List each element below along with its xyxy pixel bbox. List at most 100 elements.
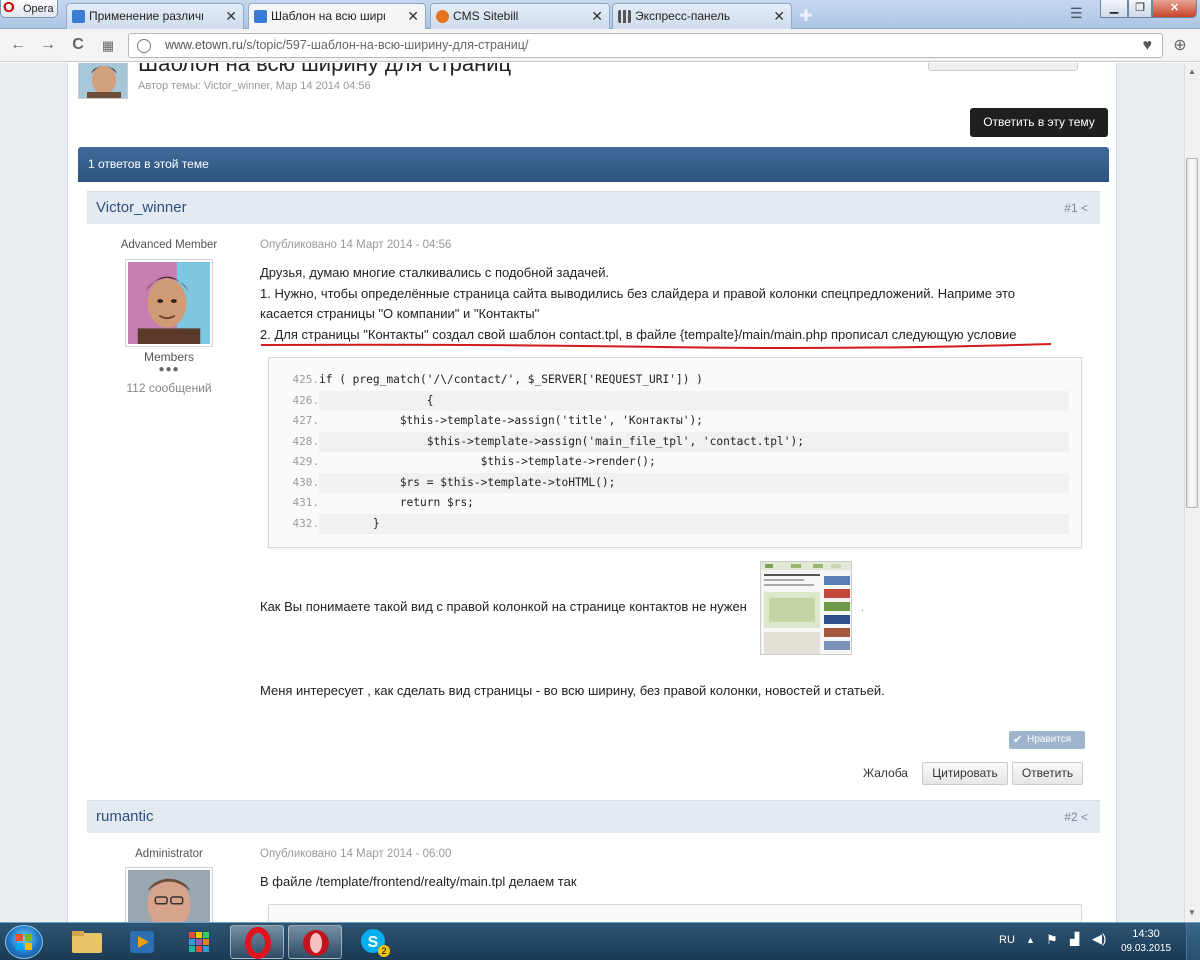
explorer-taskbar-button[interactable] xyxy=(60,925,114,959)
post-number[interactable]: #1 < xyxy=(1064,201,1088,215)
code-line: $this->template->assign('main_file_tpl',… xyxy=(319,431,1069,452)
clock-time[interactable]: 14:30 xyxy=(1126,928,1166,940)
new-tab-plus-icon[interactable]: ✚ xyxy=(797,6,815,26)
opera-logo-icon: O xyxy=(3,0,15,16)
line-number: 429. xyxy=(292,455,320,468)
apps-taskbar-button[interactable] xyxy=(172,925,226,959)
show-desktop-button[interactable] xyxy=(1186,923,1200,960)
clock-date[interactable]: 09.03.2015 xyxy=(1118,943,1174,954)
media-player-icon xyxy=(130,931,154,953)
author-avatar[interactable] xyxy=(125,259,213,347)
site-favicon-icon xyxy=(72,10,85,23)
avatar-photo xyxy=(128,262,210,344)
author-group: Members xyxy=(143,350,194,364)
media-player-taskbar-button[interactable] xyxy=(116,925,170,959)
tab-close-icon[interactable]: ✕ xyxy=(591,4,603,28)
tab-close-icon[interactable]: ✕ xyxy=(773,4,785,28)
volume-speaker-icon[interactable]: ◀) xyxy=(1092,931,1106,947)
post-2: rumantic #2 < Administrator Опубликовано… xyxy=(87,800,1100,922)
language-indicator[interactable]: RU xyxy=(999,934,1015,946)
replies-count-bar: 1 ответов в этой теме xyxy=(78,147,1109,182)
line-number: 432. xyxy=(292,516,320,530)
grid-icon xyxy=(618,10,631,23)
share-icon[interactable]: < xyxy=(1081,810,1088,824)
skype-badge: 2 xyxy=(378,945,390,957)
sitebill-favicon-icon xyxy=(436,10,449,23)
colorful-grid-icon xyxy=(189,932,209,952)
post-number[interactable]: #2 < xyxy=(1064,810,1088,824)
scroll-down-arrow-icon[interactable]: ▼ xyxy=(1188,908,1196,917)
reply-button[interactable]: Ответить xyxy=(1012,762,1083,785)
code-line: $this->template->assign('title', 'Контак… xyxy=(319,414,703,427)
quote-button[interactable]: Цитировать xyxy=(922,762,1008,785)
post-number-label: #2 xyxy=(1064,810,1078,824)
post-header: rumantic #2 < xyxy=(87,800,1100,833)
close-window-button[interactable]: ✕ xyxy=(1152,0,1197,18)
windows-logo-icon xyxy=(16,934,32,950)
forward-arrow-icon[interactable]: → xyxy=(38,36,58,54)
opera-menu-button[interactable]: O Opera xyxy=(0,0,58,18)
post-author-link[interactable]: Victor_winner xyxy=(96,199,187,216)
bookmark-heart-icon[interactable]: ♥ xyxy=(1143,34,1153,57)
code-line: $rs = $this->template->toHTML(); xyxy=(319,472,1069,493)
line-number: 425. xyxy=(292,373,320,386)
post-text-line: 1. Нужно, чтобы определённые страница са… xyxy=(260,285,1016,301)
tab-express-panel[interactable]: Экспресс-панель ✕ xyxy=(612,3,792,29)
opera-taskbar-button[interactable] xyxy=(230,925,284,959)
tab-close-icon[interactable]: ✕ xyxy=(225,4,237,28)
address-toolbar: ← → C ▦ www.etown.ru/s/topic/597-шаблон-… xyxy=(0,29,1200,62)
url-path: /s/topic/597-шаблон-на-всю-ширину-для-ст… xyxy=(242,38,529,52)
downloads-icon[interactable]: ⊕ xyxy=(1170,35,1190,55)
tab-shablon[interactable]: Шаблон на всю ширину ✕ xyxy=(248,3,426,30)
skype-taskbar-button[interactable]: S 2 xyxy=(346,925,400,959)
site-info-globe-icon[interactable] xyxy=(137,39,151,53)
speed-dial-grid-icon[interactable]: ▦ xyxy=(98,38,118,54)
tab-cms-sitebill[interactable]: CMS Sitebill ✕ xyxy=(430,3,610,29)
network-signal-icon[interactable]: ▟ xyxy=(1070,932,1079,946)
minimize-button[interactable]: ▁ xyxy=(1100,0,1128,18)
scrollbar-thumb[interactable] xyxy=(1186,158,1198,508)
post-author-link[interactable]: rumantic xyxy=(96,808,154,825)
page-title: Шаблон на всю ширину для страниц xyxy=(138,63,512,76)
topic-author-avatar[interactable] xyxy=(78,63,128,99)
url-field[interactable]: www.etown.ru/s/topic/597-шаблон-на-всю-ш… xyxy=(128,33,1163,58)
thumbnail-image xyxy=(761,562,851,654)
scroll-up-arrow-icon[interactable]: ▲ xyxy=(1188,67,1196,76)
tab-close-icon[interactable]: ✕ xyxy=(407,4,419,28)
author-rank: Advanced Member xyxy=(120,239,218,251)
opera-icon xyxy=(245,927,271,959)
attached-screenshot-thumbnail[interactable] xyxy=(760,561,852,655)
maximize-button[interactable]: ❐ xyxy=(1128,0,1152,18)
opera-next-icon xyxy=(303,930,329,956)
code-block[interactable]: 425. 426. 427. 428. 429. 430. 431. 432. … xyxy=(268,357,1082,548)
tray-expand-arrow-icon[interactable]: ▲ xyxy=(1026,935,1035,945)
folder-icon xyxy=(72,931,102,953)
opera-alt-taskbar-button[interactable] xyxy=(288,925,342,959)
line-number: 426. xyxy=(292,393,320,407)
reply-topic-button[interactable]: Ответить в эту тему xyxy=(970,108,1108,137)
skype-icon: S xyxy=(361,929,385,953)
tab-primenenie[interactable]: Применение различных ✕ xyxy=(66,3,244,29)
share-icon[interactable]: < xyxy=(1081,201,1088,215)
tab-menu-icon[interactable]: ☰ xyxy=(1070,5,1083,22)
tab-title: Шаблон на всю ширину xyxy=(271,9,385,23)
action-center-flag-icon[interactable]: ⚑ xyxy=(1046,932,1058,948)
author-post-count: 112 сообщений xyxy=(126,381,212,395)
author-avatar[interactable] xyxy=(125,867,213,922)
back-arrow-icon[interactable]: ← xyxy=(8,36,28,54)
line-number: 431. xyxy=(292,496,320,509)
tab-title: CMS Sitebill xyxy=(453,9,519,23)
code-line-numbers: 425. 426. 427. 428. 429. 430. 431. 432. xyxy=(269,370,320,534)
reload-icon[interactable]: C xyxy=(68,36,88,54)
post-date: Опубликовано 14 Март 2014 - 04:56 xyxy=(260,239,452,251)
follow-topic-button[interactable] xyxy=(928,63,1078,71)
line-number: 428. xyxy=(292,434,320,448)
site-favicon-icon xyxy=(254,10,267,23)
code-block[interactable] xyxy=(268,904,1082,922)
code-line: } xyxy=(319,513,1069,534)
post-1: Victor_winner #1 < Advanced Member Membe… xyxy=(87,191,1100,791)
report-link[interactable]: Жалоба xyxy=(863,766,908,780)
start-button[interactable] xyxy=(5,925,43,959)
code-line: { xyxy=(319,390,1069,411)
like-button[interactable]: ✔ Нравится xyxy=(1009,731,1085,749)
